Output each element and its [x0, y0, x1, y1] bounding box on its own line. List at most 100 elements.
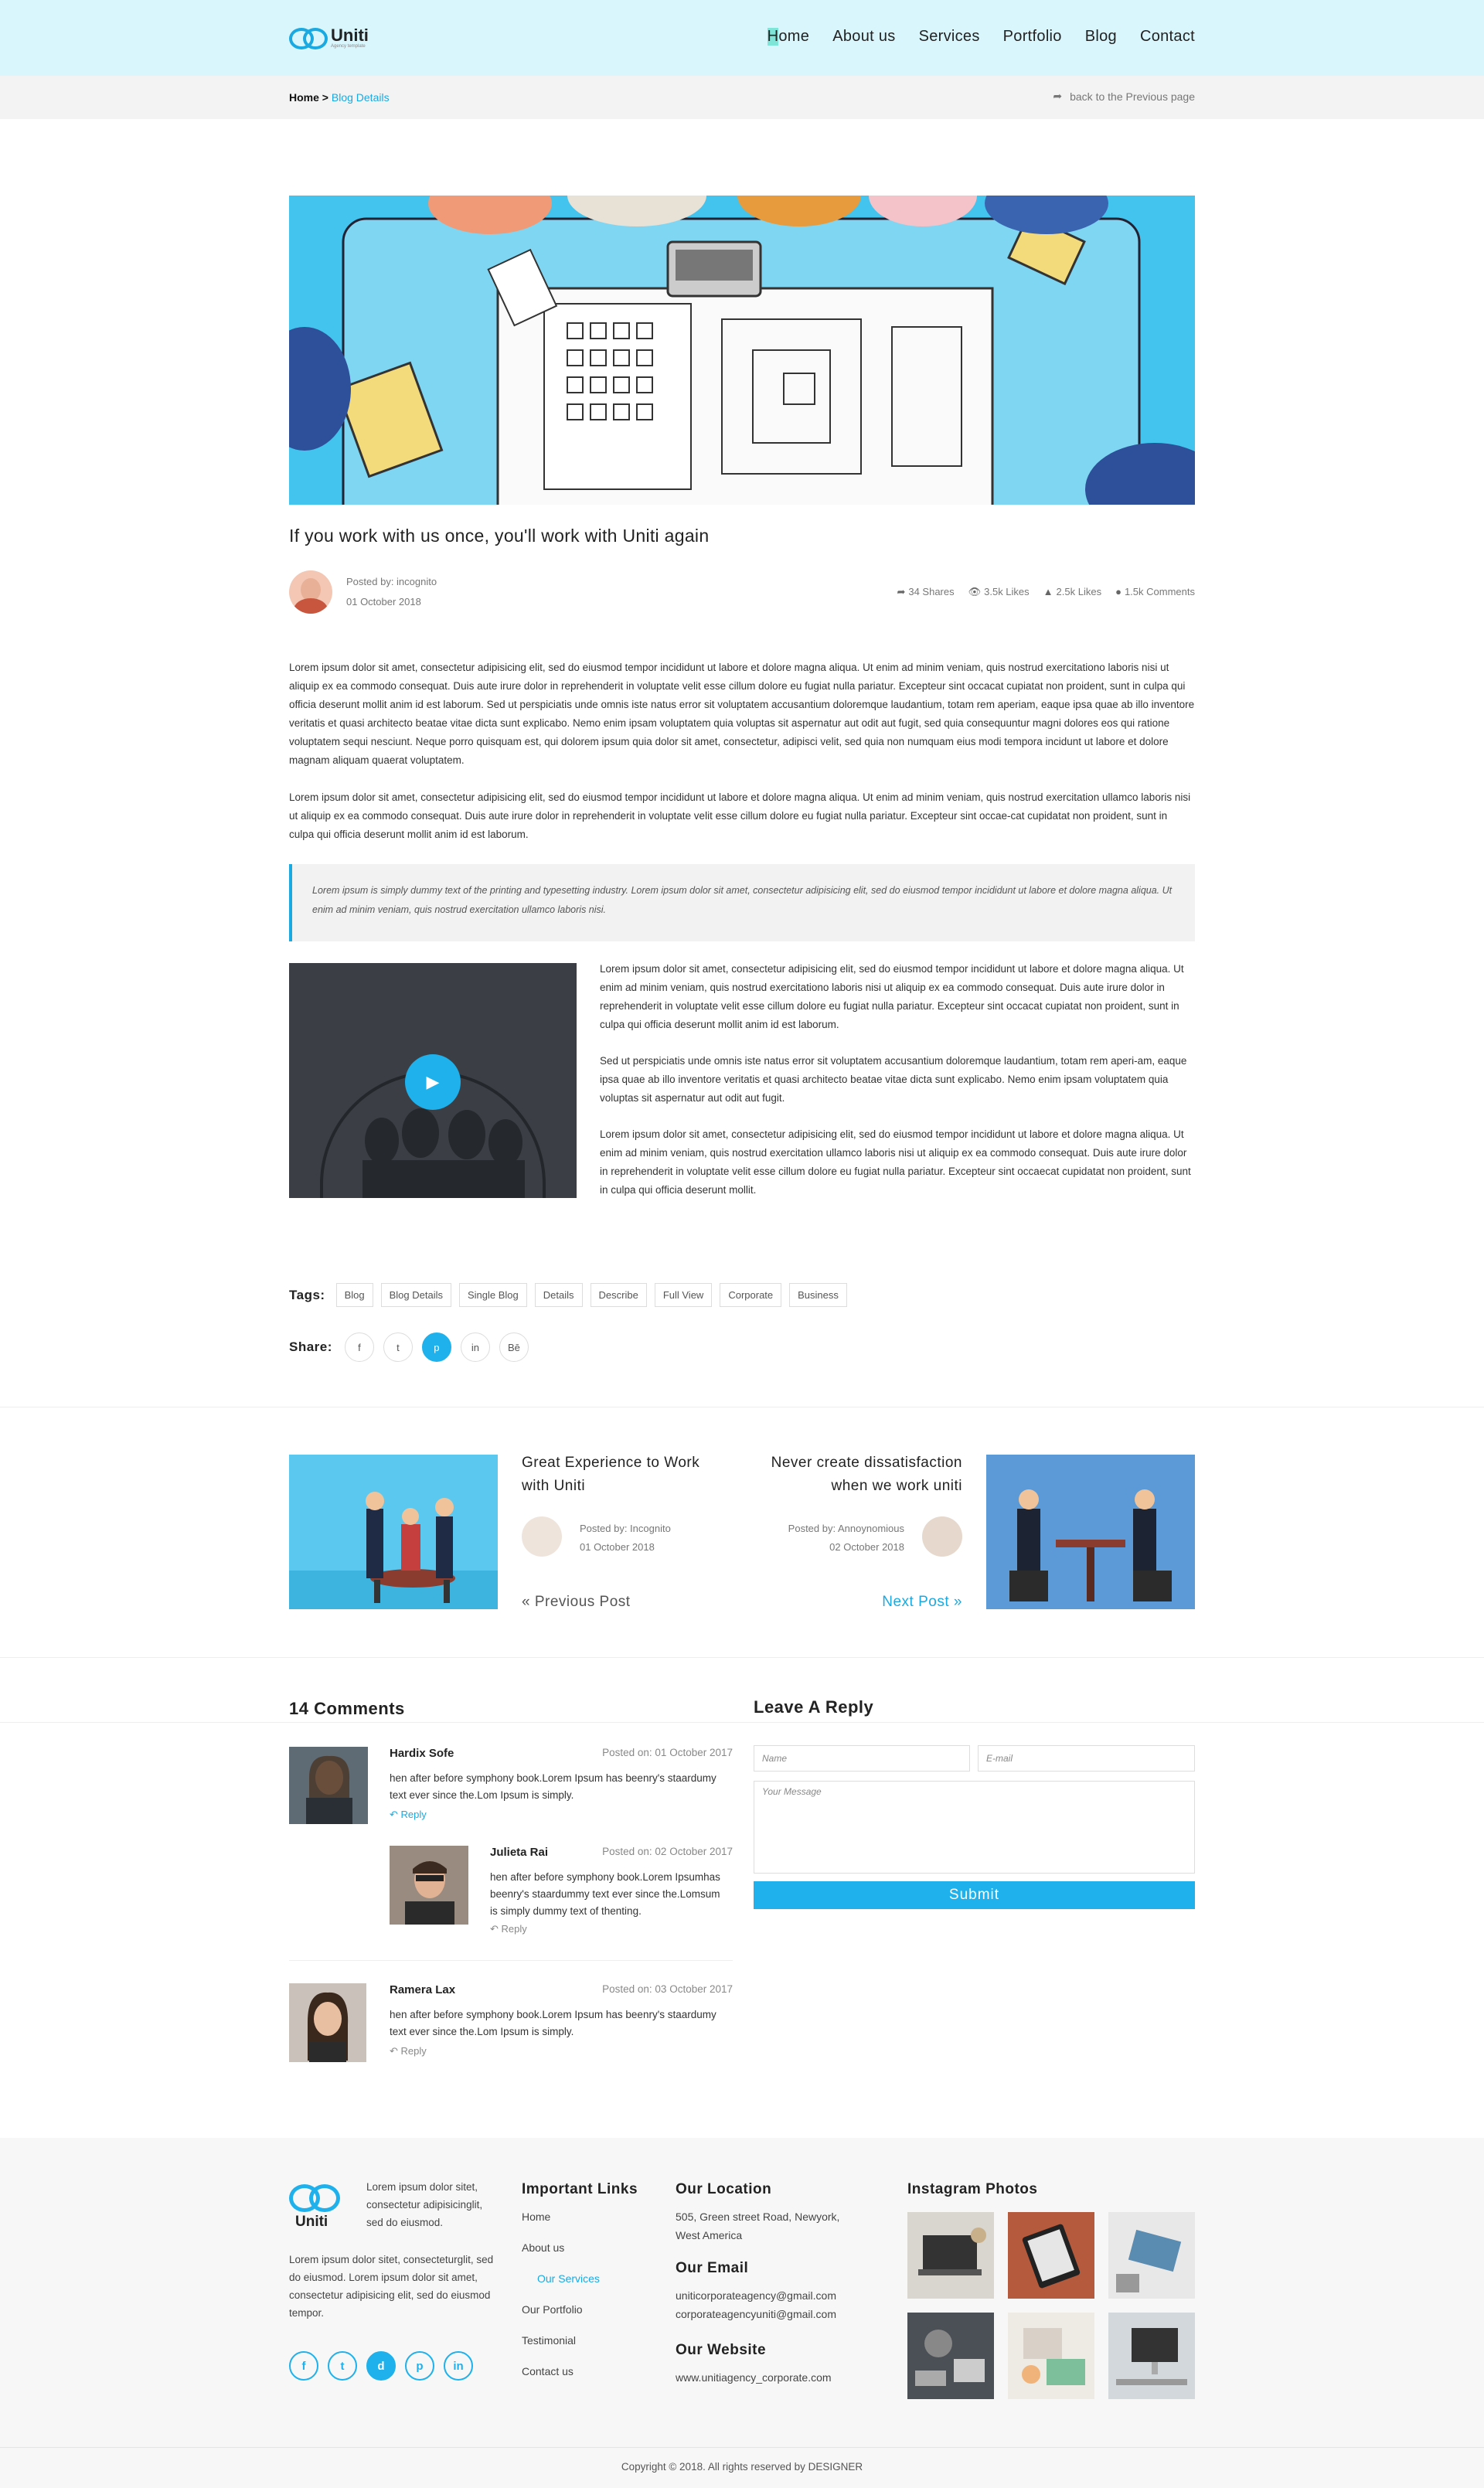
linkedin-icon[interactable]: in [460, 1332, 490, 1362]
tag[interactable]: Business [789, 1283, 847, 1307]
views-stat[interactable]: 👁 3.5k Likes [968, 586, 1030, 598]
instagram-photo[interactable] [907, 2313, 994, 2399]
nav-blog[interactable]: Blog [1085, 28, 1117, 46]
site-header: Uniti Agency template Home About us Servi… [0, 0, 1484, 76]
email-2[interactable]: corporateagencyuniti@gmail.com [676, 2305, 836, 2323]
back-link-label: back to the Previous page [1070, 90, 1195, 103]
tag[interactable]: Blog [335, 1283, 373, 1307]
breadcrumb-home[interactable]: Home [289, 91, 319, 104]
instagram-photo[interactable] [1008, 2313, 1094, 2399]
instagram-photo[interactable] [1008, 2212, 1094, 2299]
next-post-title-line2: when we work uniti [831, 1478, 962, 1494]
nav-services[interactable]: Services [919, 28, 980, 46]
share-label: Share: [289, 1339, 332, 1354]
post-paragraph-2: Lorem ipsum dolor sit amet, consectetur … [289, 791, 1191, 840]
breadcrumb-separator: > [322, 91, 328, 104]
reply-icon: ↶ [490, 1923, 499, 1935]
logo-icon [289, 25, 328, 53]
nav-portfolio[interactable]: Portfolio [1003, 28, 1062, 46]
play-button[interactable]: ▶ [405, 1054, 461, 1110]
breadcrumb-bar: Home > Blog Details ➦ back to the Previo… [0, 76, 1484, 119]
instagram-photo[interactable] [1108, 2313, 1195, 2399]
avatar [522, 1516, 562, 1557]
breadcrumb: Home > Blog Details [289, 91, 390, 104]
previous-post-link[interactable]: « Previous Post [522, 1594, 631, 1611]
nav-about[interactable]: About us [832, 28, 895, 46]
footer-link-testimonial[interactable]: Testimonial [522, 2334, 576, 2347]
reply-link[interactable]: ↶ Reply [390, 2045, 427, 2057]
prev-post-title[interactable]: Great Experience to Work with Uniti [522, 1452, 699, 1498]
twitter-icon[interactable]: t [383, 1332, 413, 1362]
footer-link-services[interactable]: Our Services [537, 2272, 600, 2285]
footer-logo[interactable]: Uniti [289, 2184, 342, 2230]
next-post-author: Posted by: Annoynomious [788, 1523, 904, 1534]
submit-button[interactable]: Submit [754, 1881, 1195, 1909]
reply-link[interactable]: ↶ Reply [490, 1923, 527, 1935]
pinterest-icon[interactable]: p [421, 1332, 451, 1362]
next-post-meta: Posted by: Annoynomious 02 October 2018 [788, 1520, 904, 1557]
name-field[interactable] [754, 1745, 970, 1772]
next-post-image[interactable] [986, 1455, 1195, 1609]
logo-icon-ring [309, 2184, 340, 2212]
post-author: Posted by: incognito 01 October 2018 [289, 570, 437, 614]
comments-count: 1.5k Comments [1124, 586, 1195, 597]
tag[interactable]: Full View [654, 1283, 713, 1307]
back-link[interactable]: ➦ back to the Previous page [1053, 90, 1195, 103]
next-post-link[interactable]: Next Post » [882, 1594, 962, 1611]
post-date: 01 October 2018 [346, 596, 421, 608]
comments-stat[interactable]: ● 1.5k Comments [1115, 586, 1195, 598]
prev-post-meta: Posted by: Incognito 01 October 2018 [580, 1520, 671, 1557]
avatar [390, 1846, 468, 1925]
reply-icon: ↶ [390, 1809, 398, 1820]
footer-link-portfolio[interactable]: Our Portfolio [522, 2303, 583, 2316]
tag[interactable]: Details [534, 1283, 583, 1307]
shares-stat[interactable]: ➦ 34 Shares [897, 586, 954, 598]
prev-post-image[interactable] [289, 1455, 498, 1609]
reply-link[interactable]: ↶ Reply [390, 1809, 427, 1821]
reply-label: Reply [501, 1923, 527, 1935]
tags: Tags: Blog Blog Details Single Blog Deta… [289, 1283, 847, 1307]
nav-contact[interactable]: Contact [1140, 28, 1195, 46]
shares-count: 34 Shares [908, 586, 955, 597]
breadcrumb-current: Blog Details [331, 91, 390, 104]
email-1[interactable]: uniticorporateagency@gmail.com [676, 2286, 836, 2305]
likes-stat[interactable]: ▲ 2.5k Likes [1043, 586, 1101, 598]
nav-home[interactable]: Home [767, 28, 810, 46]
avatar [289, 570, 332, 614]
website-link[interactable]: www.unitiagency_corporate.com [676, 2368, 832, 2387]
video-thumbnail[interactable]: ▶ [289, 963, 577, 1198]
instagram-photo[interactable] [1108, 2212, 1195, 2299]
reply-heading: Leave A Reply [754, 1697, 874, 1717]
tag[interactable]: Corporate [720, 1283, 782, 1307]
pinterest-icon[interactable]: p [405, 2351, 434, 2381]
double-chevron-left-icon: « [522, 1594, 531, 1610]
linkedin-icon[interactable]: in [444, 2351, 473, 2381]
next-post-label: Next Post [882, 1594, 950, 1610]
behance-icon[interactable]: Bē [499, 1332, 529, 1362]
prev-post-title-line1: Great Experience to Work [522, 1455, 700, 1471]
facebook-icon[interactable]: f [344, 1332, 374, 1362]
post-title: If you work with us once, you'll work wi… [289, 526, 710, 546]
tag[interactable]: Single Blog [458, 1283, 527, 1307]
next-post-title-line1: Never create dissatisfaction [771, 1455, 962, 1471]
dribbble-icon[interactable]: d [366, 2351, 396, 2381]
avatar [922, 1516, 962, 1557]
logo[interactable]: Uniti Agency template [289, 23, 369, 54]
message-field[interactable] [754, 1781, 1195, 1874]
facebook-icon[interactable]: f [289, 2351, 318, 2381]
reply-label: Reply [400, 2045, 427, 2057]
comment: Ramera Lax Posted on: 03 October 2017 he… [289, 1983, 733, 2076]
video-side-text: Lorem ipsum dolor sit amet, consectetur … [600, 960, 1195, 1217]
tag[interactable]: Blog Details [380, 1283, 451, 1307]
video-paragraph-1: Lorem ipsum dolor sit amet, consectetur … [600, 963, 1184, 1030]
thumbs-up-icon: ▲ [1043, 586, 1053, 597]
footer-link-contact[interactable]: Contact us [522, 2365, 574, 2377]
twitter-icon[interactable]: t [328, 2351, 357, 2381]
footer-link-about[interactable]: About us [522, 2241, 564, 2254]
footer-link-home[interactable]: Home [522, 2211, 550, 2223]
email-field[interactable] [978, 1745, 1195, 1772]
instagram-photo[interactable] [907, 2212, 994, 2299]
likes-count: 2.5k Likes [1056, 586, 1102, 597]
tag[interactable]: Describe [590, 1283, 647, 1307]
next-post-title[interactable]: Never create dissatisfaction when we wor… [771, 1452, 962, 1498]
